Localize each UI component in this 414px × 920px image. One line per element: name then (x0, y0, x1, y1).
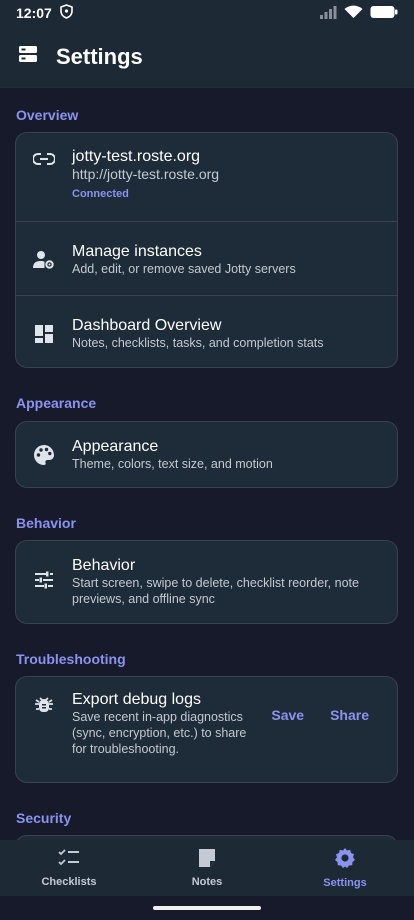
share-logs-button[interactable]: Share (330, 707, 369, 723)
app-bar: Settings (0, 26, 414, 88)
section-header-overview: Overview (16, 107, 79, 123)
page-title: Settings (56, 43, 143, 69)
gesture-area (0, 896, 414, 920)
appearance-subtitle: Theme, colors, text size, and motion (72, 457, 273, 471)
appearance-card[interactable]: Appearance Theme, colors, text size, and… (15, 421, 398, 488)
troubleshooting-card: Export debug logs Save recent in-app dia… (15, 676, 398, 783)
checklist-icon (58, 848, 80, 873)
battery-icon (370, 5, 398, 22)
instance-name: jotty-test.roste.org (72, 148, 201, 165)
shield-icon (60, 4, 73, 22)
section-header-behavior: Behavior (16, 515, 76, 531)
export-debug-logs-title: Export debug logs (72, 691, 201, 708)
behavior-row[interactable]: Behavior Start screen, swipe to delete, … (16, 541, 397, 623)
behavior-subtitle: Start screen, swipe to delete, checklist… (72, 576, 359, 606)
palette-icon (32, 443, 56, 467)
overview-card: jotty-test.roste.org http://jotty-test.r… (15, 132, 398, 368)
instance-row[interactable]: jotty-test.roste.org http://jotty-test.r… (16, 133, 397, 221)
nav-notes[interactable]: Notes (147, 848, 267, 888)
signal-icon (319, 5, 337, 22)
bottom-navigation: Checklists Notes Settings (0, 840, 414, 896)
nav-label: Settings (323, 877, 367, 889)
status-time: 12:07 (16, 5, 52, 21)
export-debug-logs-subtitle: Save recent in-app diagnostics (sync, en… (72, 710, 247, 756)
nav-checklists[interactable]: Checklists (9, 848, 129, 888)
section-header-appearance: Appearance (16, 395, 97, 411)
save-logs-button[interactable]: Save (271, 707, 304, 723)
dashboard-icon (32, 322, 56, 346)
dashboard-overview-subtitle: Notes, checklists, tasks, and completion… (72, 336, 324, 350)
tune-icon (32, 568, 56, 592)
nav-settings[interactable]: Settings (285, 847, 405, 889)
export-debug-logs-row: Export debug logs Save recent in-app dia… (16, 677, 397, 782)
bug-icon (32, 692, 56, 716)
section-header-troubleshooting: Troubleshooting (16, 651, 126, 667)
settings-list-icon (18, 44, 38, 69)
home-gesture-bar[interactable] (153, 906, 261, 910)
link-icon (32, 147, 56, 171)
status-bar: 12:07 (0, 0, 414, 26)
connection-status: Connected (72, 188, 129, 200)
instance-url: http://jotty-test.roste.org (72, 166, 220, 182)
dashboard-overview-title: Dashboard Overview (72, 317, 222, 334)
dashboard-overview-row[interactable]: Dashboard Overview Notes, checklists, ta… (16, 296, 397, 367)
section-header-security: Security (16, 810, 72, 826)
gear-icon (334, 847, 356, 874)
behavior-card[interactable]: Behavior Start screen, swipe to delete, … (15, 540, 398, 624)
appearance-title: Appearance (72, 438, 159, 455)
manage-instances-title: Manage instances (72, 243, 202, 260)
nav-label: Notes (191, 876, 223, 888)
settings-content[interactable]: Overview jotty-test.roste.org http://jot… (0, 88, 414, 840)
appearance-row[interactable]: Appearance Theme, colors, text size, and… (16, 422, 397, 487)
nav-label: Checklists (41, 876, 97, 888)
wifi-icon (344, 5, 363, 22)
note-icon (197, 848, 217, 873)
manage-instances-subtitle: Add, edit, or remove saved Jotty servers (72, 262, 296, 276)
manage-accounts-icon (32, 248, 56, 272)
manage-instances-row[interactable]: Manage instances Add, edit, or remove sa… (16, 222, 397, 295)
behavior-title: Behavior (72, 557, 136, 574)
